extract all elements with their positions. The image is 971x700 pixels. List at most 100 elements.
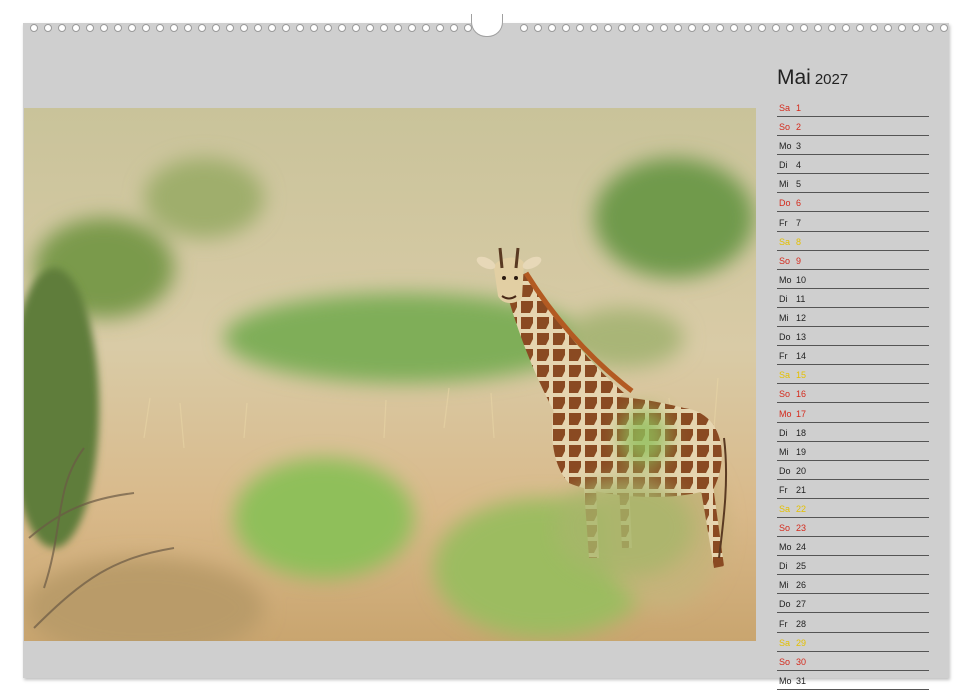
day-number: 24: [796, 542, 807, 553]
binding-hole: [800, 24, 808, 32]
binding-hole: [128, 24, 136, 32]
day-row: Di 18: [777, 424, 929, 442]
binding-hole: [184, 24, 192, 32]
binding-hole: [254, 24, 262, 32]
day-number: 4: [796, 160, 802, 171]
binding-hole: [338, 24, 346, 32]
binding-hole: [366, 24, 374, 32]
day-row: Mo 17: [777, 405, 929, 423]
binding-hole: [352, 24, 360, 32]
binding-hole: [548, 24, 556, 32]
weekday-label: Mi: [779, 580, 789, 591]
day-list: Sa 1 So 2 Mo 3 Di 4 Mi 5 Do 6 Fr 7 Sa 8 So 9 Mo 10 Di 11 Mi 12 D…: [777, 99, 929, 691]
binding-hole: [58, 24, 66, 32]
binding-hole: [660, 24, 668, 32]
day-row: Fr 28: [777, 615, 929, 633]
binding-hole: [170, 24, 178, 32]
day-row: Mi 5: [777, 175, 929, 194]
binding-hole: [156, 24, 164, 32]
month-header: Mai 2027: [777, 66, 848, 90]
weekday-label: Sa: [779, 503, 791, 514]
weekday-label: Do: [779, 332, 791, 343]
day-number: 18: [796, 427, 807, 438]
day-row: Sa 15: [777, 366, 929, 385]
day-row: Mo 3: [777, 137, 929, 156]
binding-hole: [100, 24, 108, 32]
weekday-label: So: [779, 122, 791, 133]
weekday-label: Do: [779, 465, 791, 476]
binding-hole: [926, 24, 934, 32]
binding-hole: [114, 24, 122, 32]
day-number: 10: [796, 274, 807, 285]
binding-hole: [198, 24, 206, 32]
binding-hole: [842, 24, 850, 32]
binding-hole: [786, 24, 794, 32]
weekday-label: Di: [779, 427, 788, 438]
day-row: Mi 19: [777, 443, 929, 461]
binding-hole: [912, 24, 920, 32]
weekday-label: Mo: [779, 274, 792, 285]
weekday-label: Mo: [779, 675, 792, 686]
weekday-label: Di: [779, 561, 788, 572]
day-row: Mi 26: [777, 576, 929, 595]
binding-hole: [814, 24, 822, 32]
day-number: 14: [796, 351, 807, 362]
binding-hole: [408, 24, 416, 32]
day-number: 27: [796, 599, 807, 610]
binding-hole: [772, 24, 780, 32]
day-number: 1: [796, 103, 802, 113]
binding-hole: [856, 24, 864, 32]
weekday-label: So: [779, 255, 791, 266]
day-number: 16: [796, 389, 807, 400]
binding-hole: [86, 24, 94, 32]
day-number: 28: [796, 618, 807, 629]
binding-hole: [646, 24, 654, 32]
day-number: 20: [796, 465, 807, 476]
weekday-label: Mi: [779, 446, 789, 457]
binding-hole: [282, 24, 290, 32]
binding-hole: [394, 24, 402, 32]
weekday-label: Mi: [779, 179, 789, 190]
weekday-label: Do: [779, 198, 791, 209]
binding-hole: [758, 24, 766, 32]
weekday-label: Sa: [779, 370, 791, 381]
day-number: 12: [796, 313, 807, 324]
day-row: Mo 24: [777, 538, 929, 557]
binding-hole: [422, 24, 430, 32]
weekday-label: So: [779, 389, 791, 400]
giraffe-photo: [24, 108, 756, 641]
year: 2027: [814, 71, 849, 88]
binding-hole: [520, 24, 528, 32]
day-row: So 30: [777, 653, 929, 671]
day-row: Sa 22: [777, 500, 929, 518]
day-number: 13: [796, 332, 807, 343]
binding-hole: [268, 24, 276, 32]
weekday-label: Mi: [779, 313, 789, 324]
weekday-label: Fr: [779, 618, 788, 629]
weekday-label: Sa: [779, 637, 791, 648]
binding-hole: [674, 24, 682, 32]
day-row: Sa 29: [777, 634, 929, 652]
day-number: 30: [796, 656, 807, 667]
day-number: 3: [796, 141, 802, 152]
weekday-label: Mo: [779, 141, 792, 152]
weekday-label: Fr: [779, 217, 788, 228]
binding-hole: [450, 24, 458, 32]
day-number: 21: [796, 484, 807, 495]
binding-hole: [296, 24, 304, 32]
binding-hole: [604, 24, 612, 32]
day-row: Fr 14: [777, 347, 929, 366]
day-number: 9: [796, 255, 802, 266]
binding-hole: [240, 24, 248, 32]
day-number: 25: [796, 561, 807, 572]
binding-hole: [828, 24, 836, 32]
day-row: Fr 7: [777, 214, 929, 232]
binding-hole: [324, 24, 332, 32]
binding-hole: [884, 24, 892, 32]
day-row: Mi 12: [777, 309, 929, 328]
day-number: 19: [796, 446, 807, 457]
binding-hole: [212, 24, 220, 32]
giraffe-photo-illustration: [24, 108, 756, 641]
binding-hole: [436, 24, 444, 32]
day-row: So 2: [777, 118, 929, 137]
